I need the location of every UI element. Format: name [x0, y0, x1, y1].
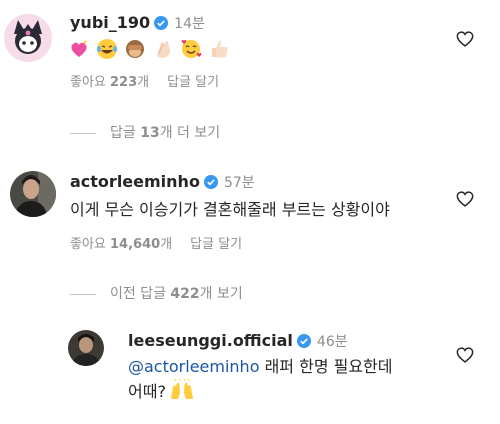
comment-time: 46분: [316, 334, 348, 350]
smiling-face-with-hearts-icon: [181, 39, 202, 58]
avatar-yubi[interactable]: [4, 14, 52, 62]
view-previous-replies[interactable]: 이전 답글 422개 보기: [70, 283, 243, 303]
reply-button[interactable]: 답글 달기: [167, 75, 219, 90]
view-more-replies[interactable]: 답글 13개 더 보기: [70, 122, 220, 142]
thread-divider: [70, 293, 96, 295]
likes-count[interactable]: 좋아요 223개: [70, 75, 149, 90]
verified-badge-icon: [154, 16, 169, 30]
reply-username[interactable]: leeseunggi.official 46분: [128, 331, 348, 351]
profile-photo-icon: [68, 330, 104, 366]
comment-username[interactable]: actorleeminho 57분: [70, 172, 255, 192]
like-heart-icon[interactable]: [456, 31, 474, 47]
comment-username[interactable]: yubi_190 14분: [70, 13, 205, 33]
verified-badge-icon: [296, 334, 311, 348]
mention-link[interactable]: @actorleeminho: [128, 357, 259, 376]
avatar-actorleeminho[interactable]: [10, 171, 56, 217]
reply-button[interactable]: 답글 달기: [190, 237, 242, 252]
like-heart-icon[interactable]: [456, 347, 474, 363]
tears-of-joy-icon: [97, 39, 117, 59]
thumbs-up-icon: [212, 40, 228, 58]
comment-meta: 좋아요 223개 답글 달기: [70, 71, 219, 90]
raising-hands-icon: [170, 378, 193, 399]
profile-photo-icon: [10, 171, 56, 217]
clapping-hands-icon: [157, 40, 170, 58]
comment-meta: 좋아요 14,640개 답글 달기: [70, 233, 242, 252]
emoji-comment: [68, 38, 236, 62]
comment-text: 이게 무슨 이승기가 결혼해줄래 부르는 상황이야: [70, 200, 390, 219]
thread-divider: [70, 132, 96, 134]
likes-count[interactable]: 좋아요 14,640개: [70, 237, 172, 252]
reply-text-line2: 어때?: [128, 378, 195, 404]
like-heart-icon[interactable]: [456, 191, 474, 207]
comment-time: 14분: [174, 16, 205, 32]
sparkling-heart-icon: [71, 40, 87, 57]
reply-text: @actorleeminho 래퍼 한명 필요한데: [128, 357, 393, 376]
avatar-leeseunggi[interactable]: [68, 330, 104, 366]
comment-time: 57분: [223, 175, 255, 191]
verified-badge-icon: [203, 175, 218, 189]
kuromi-avatar-icon: [4, 14, 52, 62]
see-no-evil-monkey-icon: [126, 40, 144, 58]
